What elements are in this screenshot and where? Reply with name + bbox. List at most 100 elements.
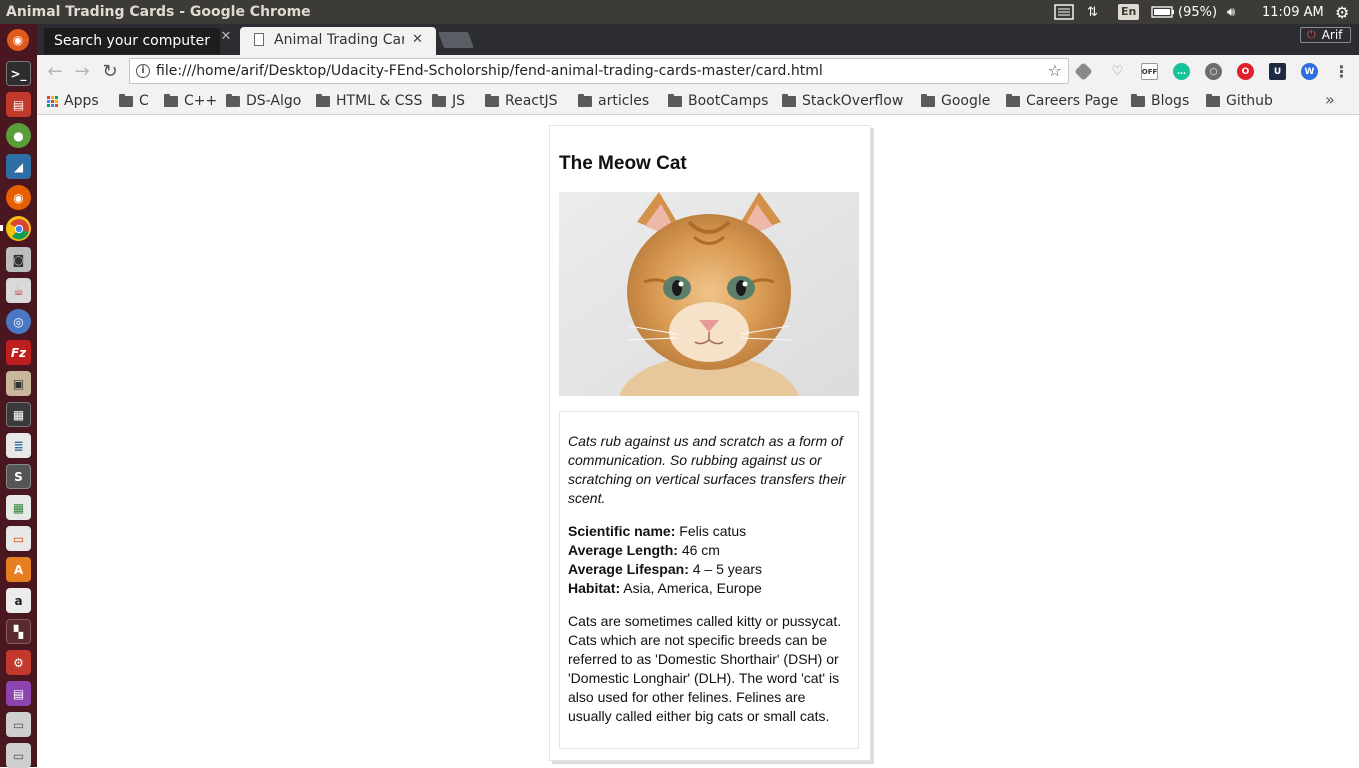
bookmark-folder-label: C++: [184, 93, 218, 109]
fact-label: Habitat:: [568, 580, 621, 596]
bookmark-folder[interactable]: Google: [921, 92, 990, 110]
chromium-icon[interactable]: ◎: [6, 309, 31, 334]
card-title: The Meow Cat: [559, 153, 687, 174]
forward-arrow-icon[interactable]: →: [71, 60, 93, 82]
fact-row: Average Length: 46 cm: [568, 541, 850, 560]
extension-w-icon[interactable]: W: [1301, 63, 1318, 80]
menu-list-icon[interactable]: [1054, 3, 1074, 21]
extension-opera-icon[interactable]: O: [1237, 63, 1254, 80]
unity-launcher: ◉ >_ ▤ ● ◢ ◉ ◙ ☕ ◎ Fz ▣ ▦ ≣ S ▦ ▭ A a ▚ …: [0, 24, 37, 768]
network-globe-icon[interactable]: ●: [6, 123, 31, 148]
folder-icon: [485, 93, 499, 107]
profile-alert-icon: ⏻: [1307, 28, 1316, 41]
bookmark-folder-label: StackOverflow: [802, 93, 904, 109]
fact-value: 4 – 5 years: [692, 561, 763, 577]
bookmark-folder[interactable]: DS-Algo: [226, 92, 301, 110]
tab-active[interactable]: Animal Trading Cards ✕: [240, 27, 436, 55]
bookmark-folder[interactable]: StackOverflow: [782, 92, 903, 110]
amazon-icon[interactable]: a: [6, 588, 31, 613]
extension-udacity-icon[interactable]: U: [1269, 63, 1286, 80]
bookmark-folder-label: Careers Page: [1026, 93, 1119, 109]
sublime-icon[interactable]: S: [6, 464, 31, 489]
terminal-icon[interactable]: >_: [6, 61, 31, 86]
bookmark-folder[interactable]: Blogs: [1131, 92, 1189, 110]
media-app-icon[interactable]: ▤: [6, 681, 31, 706]
trash-icon[interactable]: ▭: [6, 743, 31, 768]
folder-icon: [432, 93, 446, 107]
search-tooltip: Search your computer: [44, 28, 220, 54]
tab-title: Animal Trading Cards: [274, 32, 404, 48]
animal-card: The Meow Cat Cats rub against us and scr…: [549, 125, 871, 761]
browser-toolbar: ← → ↻ i file:///home/arif/Desktop/Udacit…: [37, 55, 1359, 87]
folder-icon: [119, 93, 133, 107]
ubuntu-dash-icon[interactable]: ◉: [7, 29, 29, 51]
firefox-icon[interactable]: ◉: [6, 185, 31, 210]
folder-icon: [1006, 93, 1020, 107]
bookmark-folder-label: Github: [1226, 93, 1273, 109]
system-settings-icon[interactable]: ⚙: [6, 650, 31, 675]
bookmark-folder[interactable]: JS: [432, 92, 465, 110]
volume-icon[interactable]: 🔊︎: [1227, 3, 1235, 21]
java-icon[interactable]: ☕: [6, 278, 31, 303]
fact-value: Asia, America, Europe: [623, 580, 762, 596]
chrome-menu-icon[interactable]: ⋮: [1333, 62, 1350, 81]
folder-icon: [1131, 93, 1145, 107]
bookmark-folder[interactable]: Github: [1206, 92, 1273, 110]
extension-circle-icon[interactable]: ○: [1205, 63, 1222, 80]
bookmark-folder[interactable]: HTML & CSS: [316, 92, 422, 110]
reload-icon[interactable]: ↻: [99, 60, 121, 82]
cat-photo: [559, 192, 859, 396]
profile-button[interactable]: ⏻ Arif: [1300, 27, 1352, 43]
bookmark-folder-label: JS: [452, 93, 466, 109]
extension-off-icon[interactable]: OFF: [1141, 63, 1158, 80]
bookmark-folder[interactable]: BootCamps: [668, 92, 768, 110]
keyboard-language-indicator[interactable]: En: [1118, 3, 1140, 21]
extension-layers-icon[interactable]: [1074, 62, 1093, 81]
fact-label: Average Length:: [568, 542, 678, 558]
back-arrow-icon[interactable]: ←: [44, 60, 66, 82]
bookmark-folder[interactable]: Careers Page: [1006, 92, 1118, 110]
clock[interactable]: 11:09 AM: [1262, 3, 1324, 21]
bookmark-folder[interactable]: articles: [578, 92, 649, 110]
folder-icon: [1206, 93, 1220, 107]
code-editor-icon[interactable]: ◢: [6, 154, 31, 179]
image-viewer-icon[interactable]: ▣: [6, 371, 31, 396]
tab-strip: [37, 24, 1359, 55]
filezilla-icon[interactable]: Fz: [6, 340, 31, 365]
software-center-icon[interactable]: A: [6, 557, 31, 582]
card-intro: Cats rub against us and scratch as a for…: [568, 433, 846, 506]
bookmark-folder[interactable]: ReactJS: [485, 92, 558, 110]
address-bar[interactable]: i file:///home/arif/Desktop/Udacity-FEnd…: [129, 58, 1069, 84]
folder-icon: [921, 93, 935, 107]
video-editor-icon[interactable]: ▦: [6, 402, 31, 427]
tab-close-icon[interactable]: ✕: [412, 32, 423, 47]
drive-icon[interactable]: ▭: [6, 712, 31, 737]
fact-label: Scientific name:: [568, 523, 676, 539]
bookmark-star-icon[interactable]: ☆: [1048, 61, 1062, 80]
address-url[interactable]: file:///home/arif/Desktop/Udacity-FEnd-S…: [156, 63, 823, 79]
page-viewport: The Meow Cat Cats rub against us and scr…: [37, 116, 1359, 767]
bookmark-folder-label: C: [139, 93, 149, 109]
network-arrows-icon[interactable]: ⇅: [1087, 3, 1098, 21]
new-tab-button[interactable]: [438, 32, 474, 48]
extension-heart-icon[interactable]: ♡: [1109, 63, 1126, 80]
settings-gear-icon[interactable]: ⚙: [1335, 3, 1349, 22]
site-info-icon[interactable]: i: [136, 64, 150, 78]
bookmark-folder-label: Google: [941, 93, 991, 109]
fact-row: Scientific name: Felis catus: [568, 522, 850, 541]
spreadsheet-icon[interactable]: ▦: [6, 495, 31, 520]
extension-grammarly-icon[interactable]: …: [1173, 63, 1190, 80]
battery-icon[interactable]: [1151, 3, 1175, 21]
bookmark-folder-label: DS-Algo: [246, 93, 302, 109]
bookmark-apps[interactable]: Apps: [47, 92, 99, 110]
files-cabinet-icon[interactable]: ▤: [6, 92, 31, 117]
bookmark-folder[interactable]: C: [119, 92, 149, 110]
presentation-icon[interactable]: ▭: [6, 526, 31, 551]
camera-icon[interactable]: ◙: [6, 247, 31, 272]
chrome-icon[interactable]: [6, 216, 31, 241]
workspace-switcher-icon[interactable]: ▚: [6, 619, 31, 644]
bookmarks-overflow-chevron-icon[interactable]: »: [1325, 90, 1335, 109]
bookmark-folder[interactable]: C++: [164, 92, 217, 110]
writer-document-icon[interactable]: ≣: [6, 433, 31, 458]
inactive-tab-close-icon[interactable]: ✕: [219, 30, 233, 44]
